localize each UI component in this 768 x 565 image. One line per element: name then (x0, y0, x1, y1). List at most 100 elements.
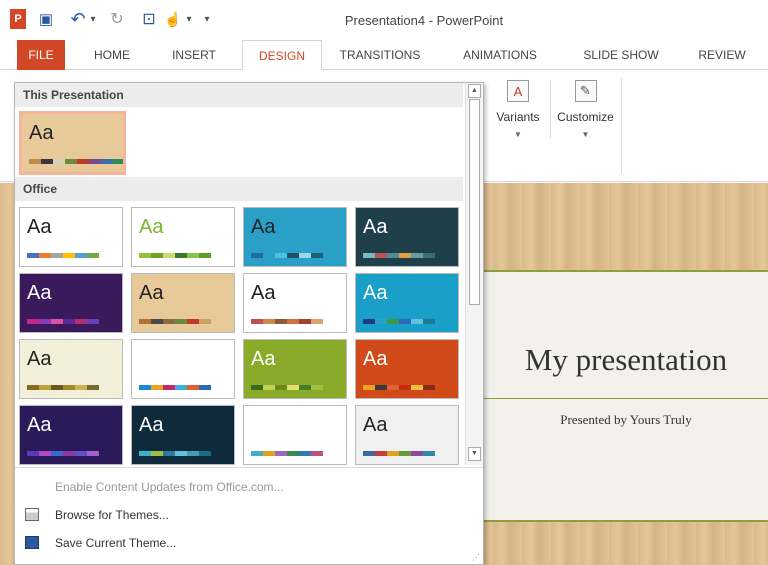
color-swatch (151, 451, 163, 456)
theme-sample-text: Aa (139, 216, 164, 238)
theme-color-swatches (139, 253, 211, 258)
color-swatch (199, 385, 211, 390)
color-swatch (251, 253, 263, 258)
theme-color-swatches (27, 253, 99, 258)
browse-themes-icon (25, 508, 39, 521)
color-swatch (275, 451, 287, 456)
color-swatch (39, 319, 51, 324)
color-swatch (41, 159, 53, 164)
theme-thumbnail[interactable]: Aa (243, 207, 347, 267)
theme-sample-text: Aa (363, 216, 388, 238)
gallery-scrollbar[interactable]: ▲ ▼ (465, 83, 483, 465)
group-divider (621, 78, 622, 174)
theme-sample-text: Aa (27, 414, 52, 436)
tab-transitions[interactable]: TRANSITIONS (326, 40, 434, 70)
theme-thumbnail[interactable]: Aa (131, 405, 235, 465)
customize-icon: ✎ (574, 80, 597, 102)
color-swatch (387, 385, 399, 390)
chevron-down-icon: ▼ (514, 130, 522, 139)
scroll-up-arrow-icon[interactable]: ▲ (468, 84, 481, 98)
slide-divider-line (484, 398, 768, 399)
color-swatch (27, 319, 39, 324)
tab-review[interactable]: REVIEW (684, 40, 760, 70)
color-swatch (151, 319, 163, 324)
color-swatch (375, 319, 387, 324)
theme-thumbnail[interactable]: Aa (131, 273, 235, 333)
color-swatch (163, 451, 175, 456)
tab-slide-show[interactable]: SLIDE SHOW (566, 40, 676, 70)
theme-thumbnail[interactable]: Aa (19, 339, 123, 399)
color-swatch (187, 253, 199, 258)
resize-grip-icon[interactable]: ⋰ (472, 553, 480, 562)
theme-sample-text: Aa (139, 414, 164, 436)
color-swatch (263, 385, 275, 390)
theme-color-swatches (251, 253, 323, 258)
color-swatch (275, 253, 287, 258)
browse-for-themes-item[interactable]: Browse for Themes... (15, 503, 483, 527)
variants-button[interactable]: A Variants ▼ (493, 80, 543, 139)
slide-canvas[interactable]: My presentation Presented by Yours Truly (484, 270, 768, 522)
theme-sample-text: Aa (251, 216, 276, 238)
color-swatch (399, 253, 411, 258)
theme-sample-text: Aa (251, 414, 276, 436)
theme-thumbnail[interactable]: Aa (131, 339, 235, 399)
tab-file[interactable]: FILE (17, 40, 65, 70)
theme-thumbnail[interactable]: Aa (355, 339, 459, 399)
theme-thumbnail[interactable]: Aa (19, 405, 123, 465)
color-swatch (87, 385, 99, 390)
color-swatch (423, 385, 435, 390)
tab-animations[interactable]: ANIMATIONS (442, 40, 558, 70)
scroll-down-arrow-icon[interactable]: ▼ (468, 447, 481, 461)
customize-button[interactable]: ✎ Customize ▼ (550, 80, 620, 139)
color-swatch (27, 385, 39, 390)
color-swatch (375, 451, 387, 456)
color-swatch (139, 253, 151, 258)
theme-sample-text: Aa (363, 348, 388, 370)
tab-home[interactable]: HOME (78, 40, 146, 70)
theme-color-swatches (139, 385, 211, 390)
slide-subtitle[interactable]: Presented by Yours Truly (484, 412, 768, 428)
theme-color-swatches (251, 385, 323, 390)
theme-sample-text: Aa (251, 282, 276, 304)
menu-label: Browse for Themes... (55, 508, 169, 522)
theme-thumbnail[interactable]: Aa (355, 207, 459, 267)
color-swatch (53, 159, 65, 164)
color-swatch (151, 385, 163, 390)
theme-thumbnail[interactable]: Aa (243, 339, 347, 399)
color-swatch (299, 385, 311, 390)
save-current-theme-item[interactable]: Save Current Theme... (15, 531, 483, 555)
color-swatch (175, 253, 187, 258)
tab-insert[interactable]: INSERT (150, 40, 238, 70)
themes-gallery-dropdown: This Presentation Aa Office Aa Aa Aa Aa Aa Aa… (14, 82, 484, 565)
color-swatch (139, 451, 151, 456)
color-swatch (63, 319, 75, 324)
theme-sample-text: Aa (29, 122, 54, 144)
theme-thumbnail[interactable]: Aa (19, 273, 123, 333)
scrollbar-thumb[interactable] (469, 99, 480, 305)
slide-title[interactable]: My presentation (484, 342, 768, 378)
color-swatch (399, 385, 411, 390)
theme-thumbnail[interactable]: Aa (243, 405, 347, 465)
color-swatch (51, 385, 63, 390)
color-swatch (63, 451, 75, 456)
color-swatch (75, 385, 87, 390)
color-swatch (139, 385, 151, 390)
theme-thumbnail[interactable]: Aa (243, 273, 347, 333)
theme-color-swatches (139, 451, 211, 456)
theme-thumbnail[interactable]: Aa (355, 273, 459, 333)
title-bar: P ▣ ↶ ▾ ↻ ⊡ ☝ ▾ ▾ Presentation4 - PowerP… (0, 0, 768, 40)
color-swatch (163, 253, 175, 258)
theme-thumbnail-current[interactable]: Aa (19, 111, 126, 175)
color-swatch (311, 319, 323, 324)
menu-label: Enable Content Updates from Office.com..… (55, 480, 284, 494)
theme-thumbnail[interactable]: Aa (19, 207, 123, 267)
color-swatch (163, 385, 175, 390)
theme-sample-text: Aa (27, 282, 52, 304)
color-swatch (311, 451, 323, 456)
theme-thumbnail[interactable]: Aa (355, 405, 459, 465)
color-swatch (113, 159, 123, 164)
theme-thumbnail[interactable]: Aa (131, 207, 235, 267)
theme-color-swatches (27, 451, 99, 456)
tab-design[interactable]: DESIGN (242, 40, 322, 71)
color-swatch (77, 159, 89, 164)
